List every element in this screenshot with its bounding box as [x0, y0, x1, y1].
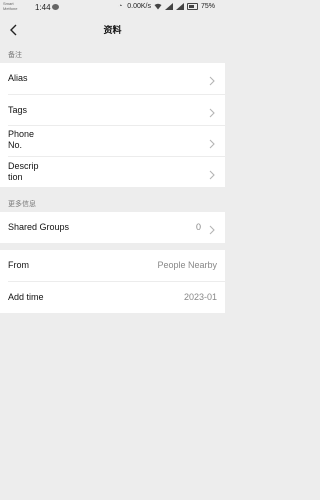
status-bar: Smart Metfone 1:44 ◔ 0.00K/s 75%	[0, 0, 225, 17]
status-time: 1:44	[35, 3, 51, 12]
battery-icon	[186, 3, 198, 10]
status-right-group: ◔ 0.00K/s 75%	[116, 3, 215, 10]
more-info-group: Shared Groups 0	[0, 212, 225, 243]
row-label: Alias	[8, 73, 28, 83]
row-add-time: Add time 2023-01	[0, 282, 225, 313]
add-time-value: 2023-01	[183, 292, 217, 302]
shared-groups-count: 0	[195, 222, 201, 232]
chevron-right-icon	[209, 222, 215, 235]
row-label: Shared Groups	[8, 222, 70, 232]
wifi-icon	[154, 3, 162, 10]
from-value: People Nearby	[157, 260, 217, 270]
row-alias[interactable]: Alias	[0, 63, 225, 94]
signal-icon-2	[175, 3, 184, 10]
chevron-right-icon	[209, 73, 215, 86]
row-label: Tags	[8, 105, 28, 115]
section-label-more-info: 更多信息	[8, 201, 36, 208]
row-label: Phone No.	[8, 129, 35, 150]
signal-icon-1	[164, 3, 173, 10]
row-label: From	[8, 260, 29, 270]
page-title: 资料	[103, 25, 122, 35]
row-tags[interactable]: Tags	[0, 95, 225, 125]
source-info-group: From People Nearby Add time 2023-01	[0, 250, 225, 313]
row-label: Add time	[8, 292, 44, 302]
chevron-right-icon	[209, 105, 215, 118]
row-phone-no[interactable]: Phone No.	[0, 126, 225, 156]
section-label-remarks: 备注	[8, 52, 22, 59]
network-speed: 0.00K/s	[127, 3, 151, 10]
row-from: From People Nearby	[0, 250, 225, 281]
row-description[interactable]: Descrip tion	[0, 157, 225, 187]
message-notification-icon	[52, 4, 59, 10]
chevron-right-icon	[209, 136, 215, 149]
row-label: Descrip tion	[8, 161, 39, 182]
speed-gauge-icon: ◔	[118, 3, 123, 10]
chevron-right-icon	[209, 167, 215, 180]
battery-percent: 75%	[200, 3, 215, 10]
remarks-group: Alias Tags Phone No. Descrip tion	[0, 63, 225, 187]
title-bar: 资料	[0, 17, 225, 43]
row-shared-groups[interactable]: Shared Groups 0	[0, 212, 225, 243]
carrier-name: Smart Metfone	[3, 1, 18, 11]
profile-info-page: Smart Metfone 1:44 ◔ 0.00K/s 75% 资料 备注 A…	[0, 0, 225, 500]
